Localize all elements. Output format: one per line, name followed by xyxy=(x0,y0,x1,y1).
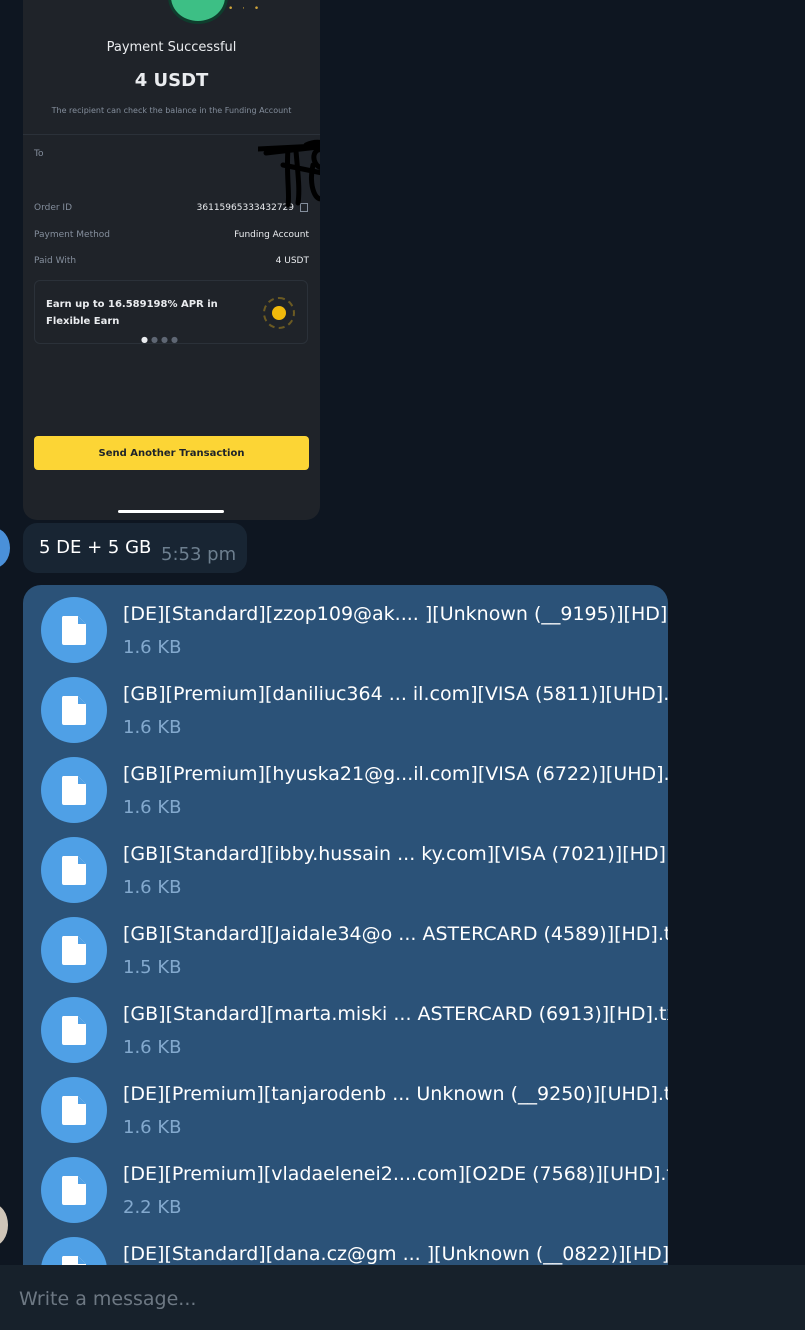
file-size: 1.6 KB xyxy=(123,877,182,898)
payment-note: The recipient can check the balance in t… xyxy=(51,106,292,115)
file-size: 1.5 KB xyxy=(123,957,182,978)
payment-screenshot-image[interactable]: • ⋅ • Payment Successful 4 USDT The reci… xyxy=(23,0,320,520)
file-item[interactable]: [GB][Premium][daniliuc364 ... il.com][VI… xyxy=(23,665,668,745)
message-text: 5 DE + 5 GB xyxy=(39,537,152,558)
file-name[interactable]: [DE][Premium][tanjarodenb ... Unknown (_… xyxy=(123,1083,668,1105)
document-icon[interactable] xyxy=(41,597,107,663)
redaction-scribble xyxy=(258,140,320,208)
file-item[interactable]: [GB][Standard][Jaidale34@o ... ASTERCARD… xyxy=(23,905,668,985)
file-item[interactable]: [DE][Premium][vladaelenei2....com][O2DE … xyxy=(23,1145,668,1225)
send-another-transaction-button[interactable]: Send Another Transaction xyxy=(34,436,309,470)
file-size: 1.6 KB xyxy=(123,1117,182,1138)
confetti-icon: • ⋅ • xyxy=(228,4,263,14)
payment-title: Payment Successful xyxy=(106,40,237,55)
paid-with-label: Paid With xyxy=(34,256,77,266)
home-indicator xyxy=(118,510,224,513)
file-name[interactable]: [GB][Standard][marta.miski ... ASTERCARD… xyxy=(123,1003,668,1025)
file-name[interactable]: [DE][Standard][zzop109@ak.... ][Unknown … xyxy=(123,603,668,625)
file-name[interactable]: [GB][Standard][Jaidale34@o ... ASTERCARD… xyxy=(123,923,668,945)
success-check-icon xyxy=(168,0,228,24)
carousel-indicator: ●●●● xyxy=(141,335,181,344)
files-message-bubble[interactable]: [DE][Standard][zzop109@ak.... ][Unknown … xyxy=(23,585,668,1285)
file-name[interactable]: [DE][Standard][dana.cz@gm ... ][Unknown … xyxy=(123,1243,668,1265)
document-icon[interactable] xyxy=(41,757,107,823)
document-icon[interactable] xyxy=(41,997,107,1063)
message-input[interactable] xyxy=(17,1283,781,1315)
paid-with-value: 4 USDT xyxy=(275,256,309,266)
sender-avatar[interactable] xyxy=(0,1204,8,1246)
sender-avatar[interactable] xyxy=(0,528,10,568)
payment-method-value: Funding Account xyxy=(234,230,309,240)
file-item[interactable]: [DE][Premium][tanjarodenb ... Unknown (_… xyxy=(23,1065,668,1145)
file-name[interactable]: [GB][Premium][hyuska21@g...il.com][VISA … xyxy=(123,763,668,785)
coin-icon xyxy=(263,297,295,329)
document-icon[interactable] xyxy=(41,917,107,983)
file-size: 2.2 KB xyxy=(123,1197,182,1218)
earn-promo-text: Earn up to 16.589198% APR in Flexible Ea… xyxy=(46,299,218,327)
document-icon[interactable] xyxy=(41,1077,107,1143)
file-item[interactable]: [GB][Standard][marta.miski ... ASTERCARD… xyxy=(23,985,668,1065)
message-composer xyxy=(0,1265,805,1330)
file-size: 1.6 KB xyxy=(123,717,182,738)
file-name[interactable]: [GB][Premium][daniliuc364 ... il.com][VI… xyxy=(123,683,668,705)
file-item[interactable]: [GB][Premium][hyuska21@g...il.com][VISA … xyxy=(23,745,668,825)
message-time: 5:53 pm xyxy=(161,544,237,565)
order-id-label: Order ID xyxy=(34,203,73,213)
document-icon[interactable] xyxy=(41,837,107,903)
file-item[interactable]: [DE][Standard][zzop109@ak.... ][Unknown … xyxy=(23,585,668,665)
message-bubble[interactable]: 5 DE + 5 GB 5:53 pm xyxy=(23,523,247,573)
payment-method-label: Payment Method xyxy=(34,230,111,240)
to-label: To xyxy=(34,149,44,159)
document-icon[interactable] xyxy=(41,1157,107,1223)
file-size: 1.6 KB xyxy=(123,797,182,818)
document-icon[interactable] xyxy=(41,677,107,743)
file-size: 1.6 KB xyxy=(123,637,182,658)
file-size: 1.6 KB xyxy=(123,1037,182,1058)
payment-amount: 4 USDT xyxy=(134,70,209,91)
file-name[interactable]: [GB][Standard][ibby.hussain ... ky.com][… xyxy=(123,843,668,865)
file-name[interactable]: [DE][Premium][vladaelenei2....com][O2DE … xyxy=(123,1163,668,1185)
file-item[interactable]: [GB][Standard][ibby.hussain ... ky.com][… xyxy=(23,825,668,905)
